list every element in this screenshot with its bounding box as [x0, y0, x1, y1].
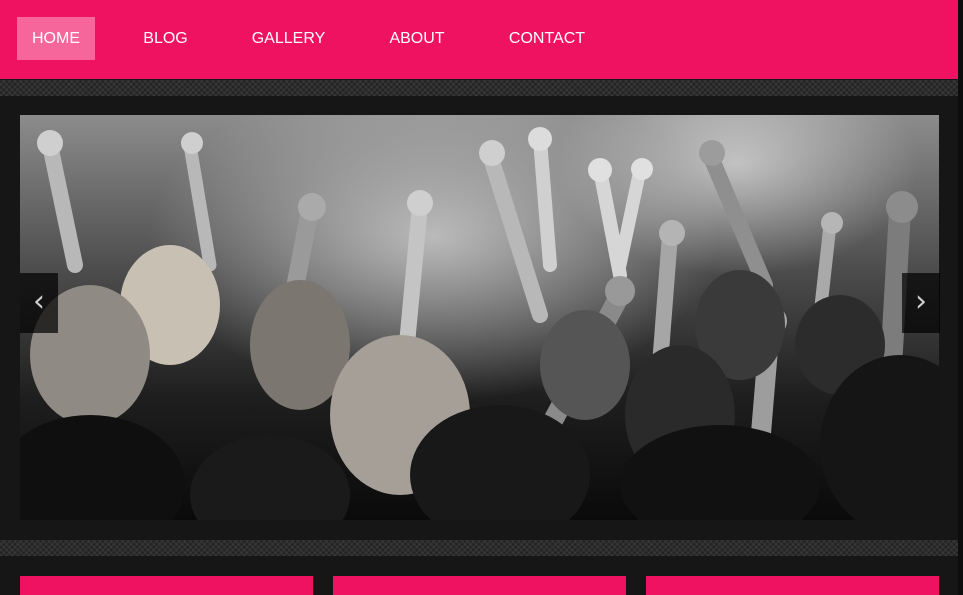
slider-prev-icon[interactable]: ‹: [20, 273, 58, 333]
top-navbar: HOME BLOG GALLERY ABOUT CONTACT: [0, 0, 958, 79]
slider-next-icon[interactable]: ›: [902, 273, 940, 333]
nav-gallery[interactable]: GALLERY: [240, 17, 337, 60]
page-edge: [958, 0, 963, 595]
nav-home[interactable]: HOME: [17, 17, 95, 60]
feature-box-2: [333, 576, 626, 595]
bottom-pattern-divider: [0, 540, 958, 556]
nav-contact[interactable]: CONTACT: [497, 17, 597, 60]
hero-slider[interactable]: [20, 115, 939, 520]
feature-box-1: [20, 576, 313, 595]
concert-crowd-image: [20, 127, 939, 520]
top-pattern-divider: [0, 80, 958, 96]
nav-about[interactable]: ABOUT: [377, 17, 457, 60]
feature-box-3: [646, 576, 939, 595]
nav-blog[interactable]: BLOG: [132, 17, 199, 60]
